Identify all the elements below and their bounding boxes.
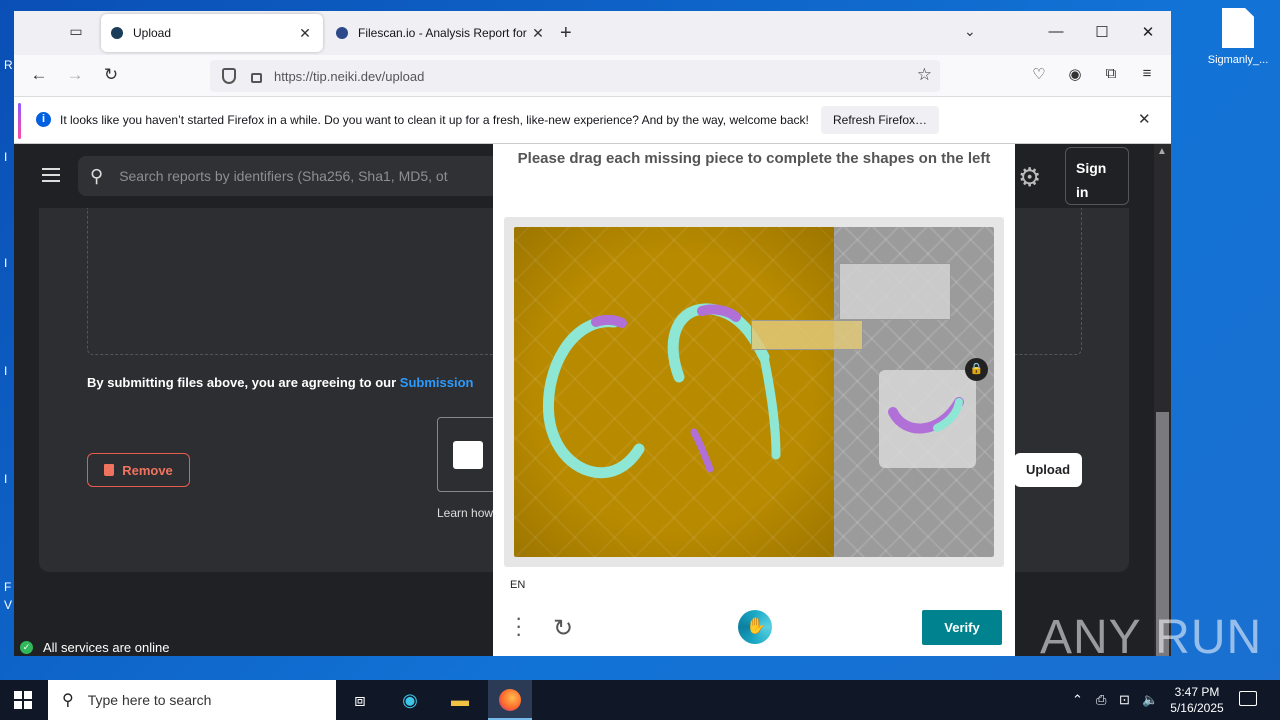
pocket-icon[interactable]: ♡ (1029, 65, 1049, 83)
verify-button[interactable]: Verify (922, 610, 1002, 645)
tab-filescan[interactable]: Filescan.io - Analysis Report for ✕ (326, 14, 556, 52)
desktop-edge-text: I (4, 472, 8, 486)
agreement-text: By submitting files above, you are agree… (87, 375, 473, 390)
search-icon: ⚲ (90, 165, 104, 186)
piece-shape-drawing (888, 397, 964, 434)
refresh-icon[interactable]: ↻ (553, 614, 573, 643)
watermark: ANY RUN (1040, 611, 1263, 664)
reload-icon[interactable]: ↻ (100, 65, 122, 85)
tab-favicon-icon (111, 27, 123, 39)
file-icon (1222, 8, 1254, 48)
hcaptcha-logo-icon (738, 610, 772, 644)
clock[interactable]: 3:47 PM 5/16/2025 (1164, 684, 1230, 716)
volume-icon[interactable]: 🔈 (1142, 692, 1158, 708)
captcha-puzzle-image[interactable]: 🔒 (514, 227, 994, 557)
refresh-firefox-button[interactable]: Refresh Firefox… (821, 106, 940, 134)
remove-label: Remove (122, 462, 173, 478)
search-input[interactable]: ⚲ Search reports by identifiers (Sha256,… (78, 156, 508, 196)
notification-bar: i It looks like you haven’t started Fire… (14, 97, 1171, 144)
learn-how-link[interactable]: Learn how (437, 506, 495, 520)
service-status: ✓ All services are online (20, 640, 169, 655)
taskbar-search-input[interactable]: ⚲ Type here to search (48, 680, 336, 720)
info-icon: i (36, 112, 51, 127)
device-icon[interactable]: ⎙ (1096, 692, 1106, 708)
account-icon[interactable]: ◉ (1065, 65, 1085, 83)
lock-icon[interactable] (251, 73, 262, 83)
upload-button[interactable]: Upload (1014, 453, 1082, 487)
language-selector[interactable]: EN (510, 579, 525, 591)
video-icon (453, 441, 483, 469)
agreement-prefix: By submitting files above, you are agree… (87, 375, 400, 390)
captcha-prompt: Please drag each missing piece to comple… (517, 150, 991, 167)
search-placeholder: Search reports by identifiers (Sha256, S… (119, 168, 448, 184)
desktop-file-label: Sigmanly_... (1207, 54, 1269, 66)
trash-icon (104, 464, 115, 476)
search-icon: ⚲ (62, 692, 74, 709)
tab-bar: ▭ Upload ✕ Filescan.io - Analysis Report… (14, 11, 1171, 55)
tab-title: Filescan.io - Analysis Report for (358, 26, 527, 40)
desktop-edge-text: I (4, 364, 8, 378)
bookmark-star-icon[interactable]: ☆ (917, 65, 932, 85)
lock-icon: 🔒 (965, 358, 988, 381)
clock-date: 5/16/2025 (1170, 701, 1224, 715)
close-icon[interactable]: ✕ (1138, 110, 1151, 128)
chevron-up-icon[interactable]: ⌃ (1072, 692, 1083, 708)
close-window-icon[interactable]: ✕ (1138, 23, 1158, 41)
chevron-down-icon[interactable]: ⌄ (964, 23, 976, 40)
puzzle-piece-draggable[interactable] (839, 263, 951, 320)
forward-icon[interactable]: → (64, 65, 86, 85)
extensions-icon[interactable]: ⧉ (1101, 65, 1121, 82)
desktop-edge-text: I (4, 150, 8, 164)
desktop-edge-text: I (4, 256, 8, 270)
desktop-file-icon[interactable]: Sigmanly_... (1205, 8, 1271, 66)
maximize-icon[interactable]: ☐ (1092, 23, 1112, 41)
remove-button[interactable]: Remove (87, 453, 190, 487)
task-view-icon[interactable]: ⧈ (346, 686, 374, 714)
video-tutorial-thumbnail[interactable] (437, 417, 497, 492)
firefox-icon (499, 689, 521, 711)
back-icon[interactable]: ← (28, 65, 50, 85)
status-text: All services are online (43, 640, 170, 655)
tab-upload[interactable]: Upload ✕ (101, 14, 323, 52)
sign-in-button[interactable]: Sign in (1065, 147, 1129, 205)
tab-title: Upload (133, 26, 172, 40)
desktop-edge-text: V (4, 598, 13, 612)
puzzle-piece-draggable[interactable] (879, 370, 976, 468)
puzzle-piece-draggable[interactable] (751, 320, 863, 350)
hamburger-menu-icon[interactable] (42, 168, 60, 182)
close-tab-icon[interactable]: ✕ (530, 25, 546, 42)
firefox-taskbar-icon[interactable] (488, 680, 532, 720)
nav-bar: ← → ↻ https://tip.neiki.dev/upload ☆ ♡ ◉… (14, 55, 1171, 97)
url-text[interactable]: https://tip.neiki.dev/upload (274, 69, 424, 84)
notification-center-icon[interactable] (1239, 691, 1257, 706)
windows-start-icon[interactable] (14, 691, 32, 709)
shield-icon[interactable] (222, 68, 236, 84)
network-icon[interactable]: ⊡ (1119, 692, 1130, 708)
minimize-icon[interactable]: — (1046, 23, 1066, 40)
more-options-icon[interactable]: · · · (515, 607, 522, 645)
gear-icon[interactable]: ⚙ (1018, 162, 1041, 193)
scroll-up-icon[interactable]: ▲ (1157, 146, 1167, 157)
desktop-edge-text: F (4, 580, 12, 594)
new-tab-icon[interactable]: + (560, 22, 572, 45)
captcha-frame: 🔒 (504, 217, 1004, 567)
submission-link[interactable]: Submission (400, 375, 474, 390)
taskbar-search-placeholder: Type here to search (87, 692, 212, 708)
notification-accent (18, 103, 21, 139)
url-bar[interactable]: https://tip.neiki.dev/upload ☆ (210, 60, 940, 92)
scrollbar[interactable]: ▲ (1154, 144, 1171, 656)
clock-time: 3:47 PM (1174, 685, 1220, 699)
notification-message: It looks like you haven’t started Firefo… (60, 113, 809, 127)
file-explorer-icon[interactable]: ▬ (446, 686, 474, 714)
desktop-edge-text: R (4, 58, 13, 72)
tab-favicon-icon (336, 27, 348, 39)
taskbar: ⚲ Type here to search ⧈ ◉ ▬ ⌃ ⎙ ⊡ 🔈 3:47… (0, 680, 1280, 720)
check-circle-icon: ✓ (20, 641, 33, 654)
close-tab-icon[interactable]: ✕ (297, 25, 313, 42)
captcha-dialog: Please drag each missing piece to comple… (493, 144, 1015, 656)
menu-icon[interactable]: ≡ (1137, 65, 1157, 82)
edge-icon[interactable]: ◉ (396, 686, 424, 714)
tab-list-icon[interactable]: ▭ (66, 23, 86, 43)
